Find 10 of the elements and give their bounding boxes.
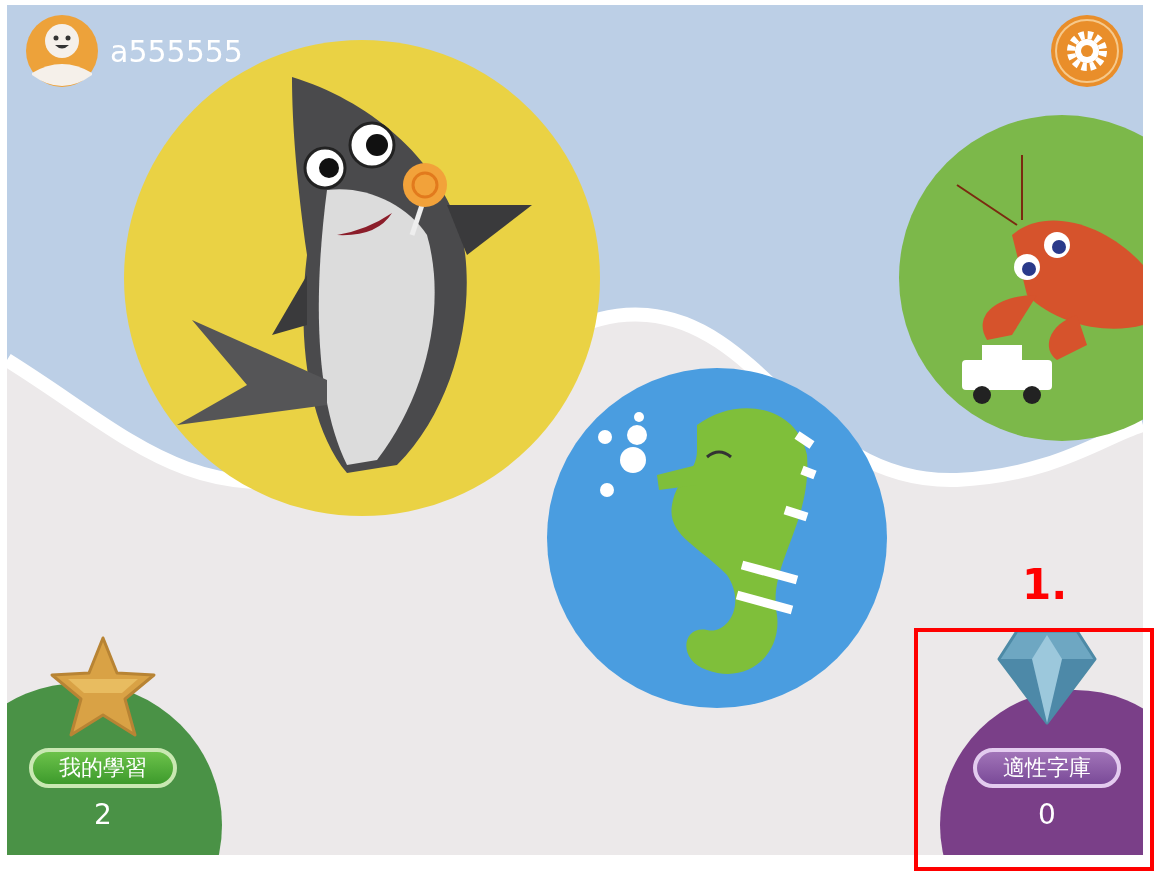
tile-button[interactable]: 我的學習 [29, 748, 177, 788]
avatar-icon[interactable] [26, 15, 98, 87]
count-text: 2 [94, 799, 112, 831]
username: a555555 [110, 33, 243, 71]
star-icon [48, 635, 158, 739]
annotation-label: 1. [1022, 560, 1068, 610]
count-text: 0 [1038, 799, 1056, 831]
tile-button[interactable]: 適性字庫 [973, 748, 1121, 788]
lobster-drawing[interactable] [899, 115, 1143, 441]
settings-icon[interactable] [1051, 15, 1123, 87]
